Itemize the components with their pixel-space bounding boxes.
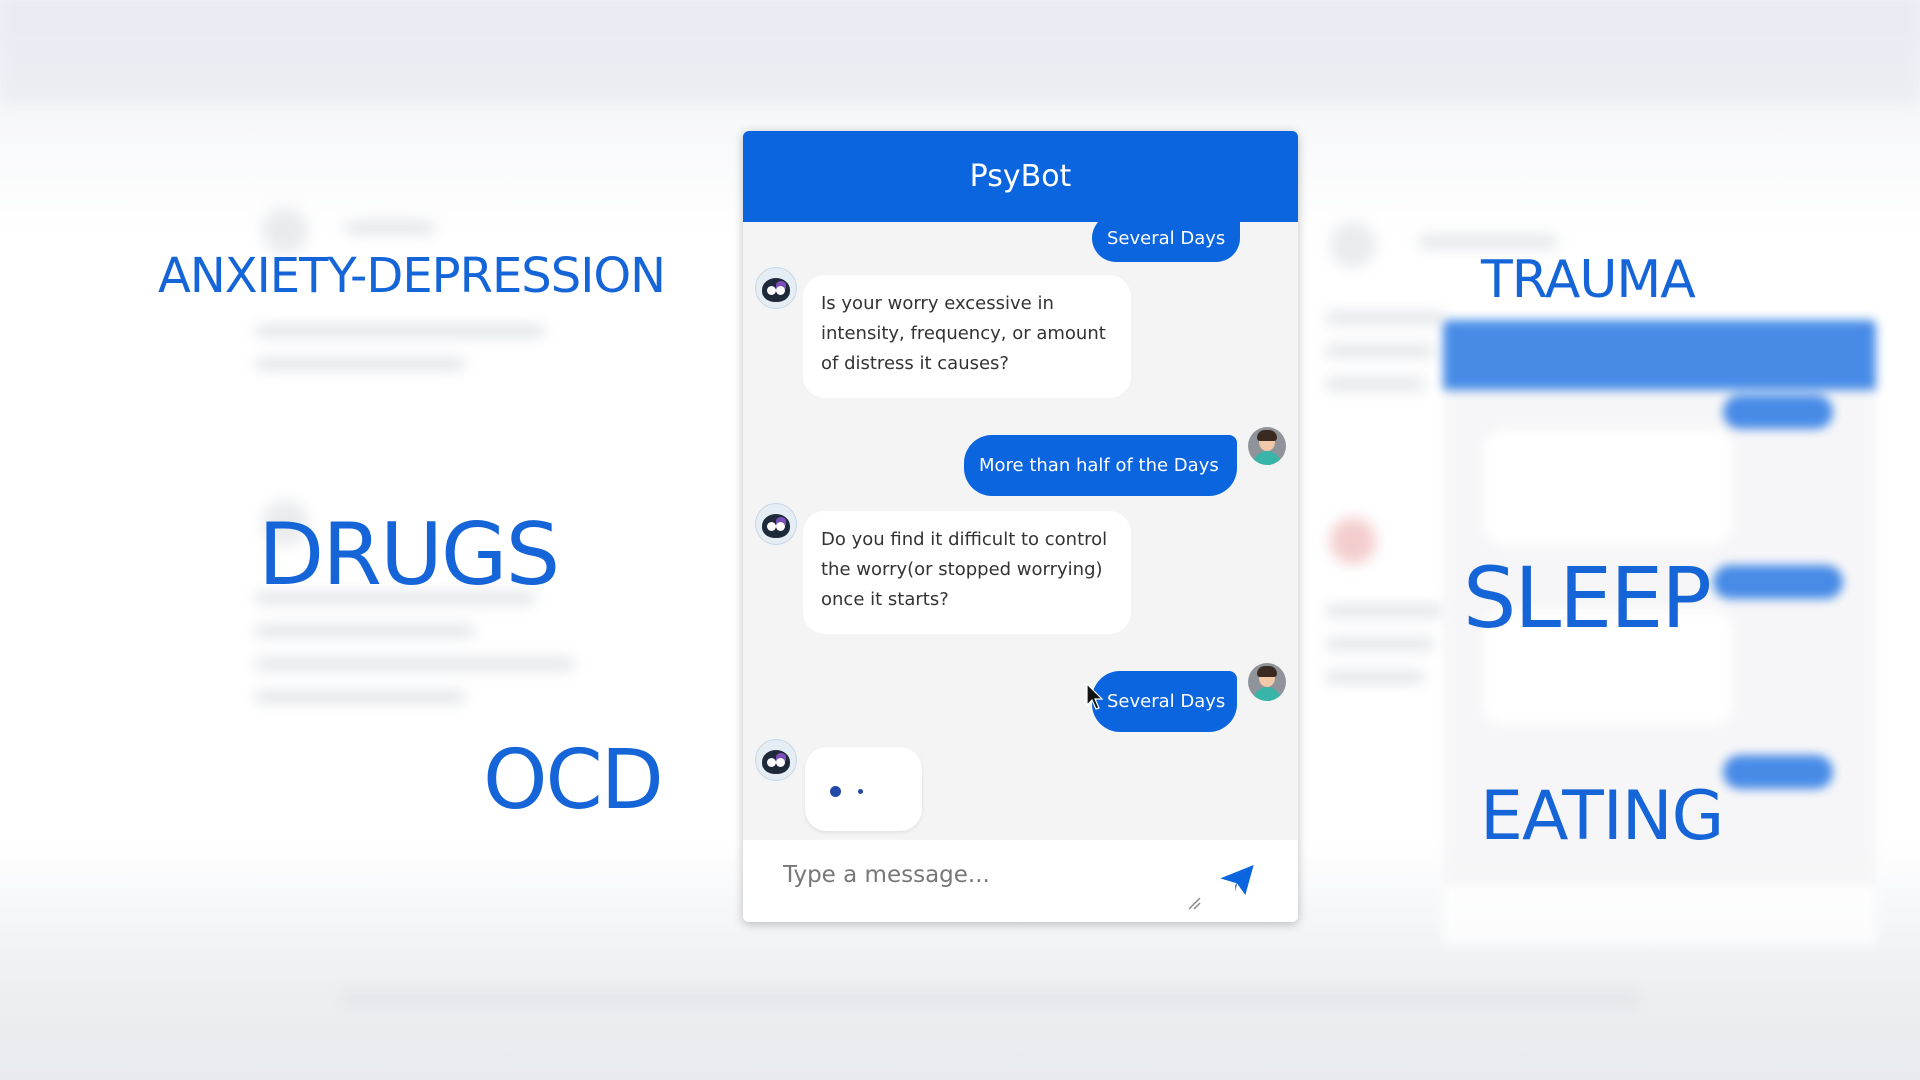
user-avatar-icon <box>1248 663 1286 701</box>
message-list[interactable]: Several Days Is your worry excessive in … <box>743 222 1298 840</box>
topic-trauma: TRAUMA <box>1481 250 1696 310</box>
bot-message: Do you find it difficult to control the … <box>803 511 1131 634</box>
topic-anxiety-depression: ANXIETY-DEPRESSION <box>158 248 666 304</box>
user-avatar-icon <box>1248 427 1286 465</box>
mouse-cursor-icon <box>1086 683 1104 710</box>
chat-window: PsyBot Several Days Is your worry excess… <box>743 131 1298 922</box>
send-icon <box>1220 864 1254 895</box>
user-message: Several Days <box>1092 222 1241 262</box>
resize-handle-icon[interactable] <box>1187 896 1201 910</box>
bot-avatar-icon <box>755 503 797 545</box>
message-text: Do you find it difficult to control the … <box>821 529 1108 610</box>
chat-header: PsyBot <box>743 131 1298 222</box>
message-composer <box>743 840 1298 922</box>
send-button[interactable] <box>1213 858 1261 904</box>
typing-dot <box>830 786 841 797</box>
typing-indicator <box>805 747 922 831</box>
bot-message: Is your worry excessive in intensity, fr… <box>803 275 1131 398</box>
bot-avatar-icon <box>755 267 797 309</box>
user-message: More than half of the Days <box>964 435 1237 496</box>
message-text: Is your worry excessive in intensity, fr… <box>821 293 1106 374</box>
message-input[interactable] <box>783 862 1183 900</box>
message-text: Several Days <box>1107 691 1226 712</box>
message-text: More than half of the Days <box>979 455 1219 476</box>
chat-title: PsyBot <box>969 159 1072 194</box>
user-message: Several Days <box>1092 671 1237 732</box>
topic-eating: EATING <box>1480 777 1724 856</box>
topic-drugs: DRUGS <box>258 505 560 605</box>
bot-avatar-icon <box>755 739 797 781</box>
message-text: Several Days <box>1107 227 1226 249</box>
topic-ocd: OCD <box>483 733 664 828</box>
topic-sleep: SLEEP <box>1463 549 1712 647</box>
typing-dot <box>858 789 863 794</box>
